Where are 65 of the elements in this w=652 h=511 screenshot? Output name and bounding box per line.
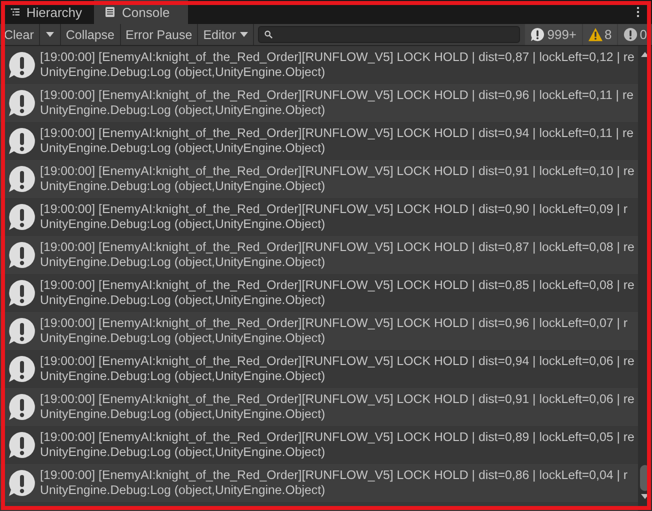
log-message: [19:00:00] [EnemyAI:knight_of_the_Red_Order][RUNFLOW_V5] LOCK HOLD | dist=0,96 | lockLeft=0,11 | re (40, 88, 634, 103)
stack-trace: UnityEngine.Debug:Log (object,UnityEngine.Object) (40, 217, 326, 232)
log-message: [19:00:00] [EnemyAI:knight_of_the_Red_Order][RUNFLOW_V5] LOCK HOLD | dist=0,86 | lockLeft=0,04 | r (40, 468, 628, 483)
log-entry[interactable]: [19:00:00] [EnemyAI:knight_of_the_Red_Order][RUNFLOW_V5] LOCK HOLD | dist=0,87 | lockLeft=0,08 | re UnityEngine.Debug:Log (object,UnityEngine.Object) (0, 236, 638, 274)
clear-button[interactable]: Clear (0, 24, 40, 45)
search-icon (264, 30, 273, 39)
stack-trace: UnityEngine.Debug:Log (object,UnityEngine.Object) (40, 369, 326, 384)
log-message: [19:00:00] [EnemyAI:knight_of_the_Red_Order][RUNFLOW_V5] LOCK HOLD | dist=0,87 | lockLeft=0,12 | re (40, 50, 634, 65)
stack-trace: UnityEngine.Debug:Log (object,UnityEngine.Object) (40, 407, 326, 422)
log-message: [19:00:00] [EnemyAI:knight_of_the_Red_Order][RUNFLOW_V5] LOCK HOLD | dist=0,87 | lockLeft=0,08 | re (40, 240, 634, 255)
log-entry[interactable]: [19:00:00] [EnemyAI:knight_of_the_Red_Order][RUNFLOW_V5] LOCK HOLD | dist=0,91 | lockLeft=0,06 | re UnityEngine.Debug:Log (object,UnityEngine.Object) (0, 388, 638, 426)
info-bubble-icon (8, 51, 36, 79)
error-icon (622, 27, 638, 42)
stack-trace: UnityEngine.Debug:Log (object,UnityEngine.Object) (40, 293, 326, 308)
error-count-toggle[interactable]: 0 (618, 24, 652, 45)
info-bubble-icon (530, 27, 546, 42)
search-field[interactable] (258, 26, 520, 43)
log-entry[interactable]: [19:00:00] [EnemyAI:knight_of_the_Red_Order][RUNFLOW_V5] LOCK HOLD | dist=0,96 | lockLeft=0,07 | r UnityEngine.Debug:Log (object,UnityEngine.Object) (0, 312, 638, 350)
stack-trace: UnityEngine.Debug:Log (object,UnityEngine.Object) (40, 331, 326, 346)
log-entry[interactable]: [19:00:00] [EnemyAI:knight_of_the_Red_Order][RUNFLOW_V5] LOCK HOLD | dist=0,86 | lockLeft=0,04 | r UnityEngine.Debug:Log (object,UnityEngine.Object) (0, 464, 638, 502)
toggle-button[interactable]: Collapse (60, 24, 121, 45)
info-bubble-icon (8, 203, 36, 231)
log-message: [19:00:00] [EnemyAI:knight_of_the_Red_Order][RUNFLOW_V5] LOCK HOLD | dist=0,90 | lockLeft=0,09 | r (40, 202, 628, 217)
info-bubble-icon (8, 279, 36, 307)
log-message: [19:00:00] [EnemyAI:knight_of_the_Red_Order][RUNFLOW_V5] LOCK HOLD | dist=0,91 | lockLeft=0,10 | re (40, 164, 634, 179)
info-count-toggle[interactable]: 999+ (525, 24, 582, 45)
info-bubble-icon (8, 165, 36, 193)
caret-icon (46, 32, 54, 37)
log-message: [19:00:00] [EnemyAI:knight_of_the_Red_Order][RUNFLOW_V5] LOCK HOLD | dist=0,94 | lockLeft=0,11 | re (40, 126, 634, 141)
log-message: [19:00:00] [EnemyAI:knight_of_the_Red_Order][RUNFLOW_V5] LOCK HOLD | dist=0,89 | lockLeft=0,05 | re (40, 430, 634, 445)
info-bubble-icon (8, 431, 36, 459)
info-bubble-icon (8, 469, 36, 497)
info-bubble-icon (8, 355, 36, 383)
info-bubble-icon (8, 89, 36, 117)
editor-dropdown[interactable]: Editor (198, 24, 254, 45)
stack-trace: UnityEngine.Debug:Log (object,UnityEngine.Object) (40, 483, 326, 498)
log-message: [19:00:00] [EnemyAI:knight_of_the_Red_Order][RUNFLOW_V5] LOCK HOLD | dist=0,91 | lockLeft=0,06 | re (40, 392, 634, 407)
stack-trace: UnityEngine.Debug:Log (object,UnityEngine.Object) (40, 65, 326, 80)
scroll-up-icon[interactable] (641, 52, 649, 57)
stack-trace: UnityEngine.Debug:Log (object,UnityEngine.Object) (40, 445, 326, 460)
info-bubble-icon (8, 241, 36, 269)
document-icon (104, 6, 116, 18)
stack-trace: UnityEngine.Debug:Log (object,UnityEngine.Object) (40, 103, 326, 118)
toggle-button[interactable]: Error Pause (120, 24, 198, 45)
log-entry[interactable]: [19:00:00] [EnemyAI:knight_of_the_Red_Order][RUNFLOW_V5] LOCK HOLD | dist=0,96 | lockLeft=0,11 | re UnityEngine.Debug:Log (object,UnityEngine.Object) (0, 84, 638, 122)
stack-trace: UnityEngine.Debug:Log (object,UnityEngine.Object) (40, 141, 326, 156)
log-message: [19:00:00] [EnemyAI:knight_of_the_Red_Order][RUNFLOW_V5] LOCK HOLD | dist=0,94 | lockLeft=0,06 | re (40, 354, 634, 369)
info-bubble-icon (8, 317, 36, 345)
warning-icon (588, 27, 603, 42)
scroll-thumb[interactable] (640, 465, 650, 491)
panel-tab[interactable]: Hierarchy (0, 0, 94, 24)
stack-trace: UnityEngine.Debug:Log (object,UnityEngine.Object) (40, 179, 326, 194)
info-bubble-icon (8, 127, 36, 155)
log-message: [19:00:00] [EnemyAI:knight_of_the_Red_Order][RUNFLOW_V5] LOCK HOLD | dist=0,96 | lockLeft=0,07 | r (40, 316, 628, 331)
scrollbar[interactable] (638, 46, 652, 511)
list-icon (10, 6, 20, 18)
panel-tab[interactable]: Console (94, 0, 188, 24)
warning-count-toggle[interactable]: 8 (582, 24, 617, 45)
more-options-icon[interactable] (636, 6, 640, 18)
log-entry[interactable]: [19:00:00] [EnemyAI:knight_of_the_Red_Order][RUNFLOW_V5] LOCK HOLD | dist=0,91 | lockLeft=0,10 | re UnityEngine.Debug:Log (object,UnityEngine.Object) (0, 160, 638, 198)
log-message: [19:00:00] [EnemyAI:knight_of_the_Red_Order][RUNFLOW_V5] LOCK HOLD | dist=0,85 | lockLeft=0,08 | re (40, 278, 634, 293)
info-bubble-icon (8, 393, 36, 421)
caret-icon (240, 32, 248, 37)
stack-trace: UnityEngine.Debug:Log (object,UnityEngine.Object) (40, 255, 326, 270)
scroll-down-icon[interactable] (641, 494, 649, 499)
